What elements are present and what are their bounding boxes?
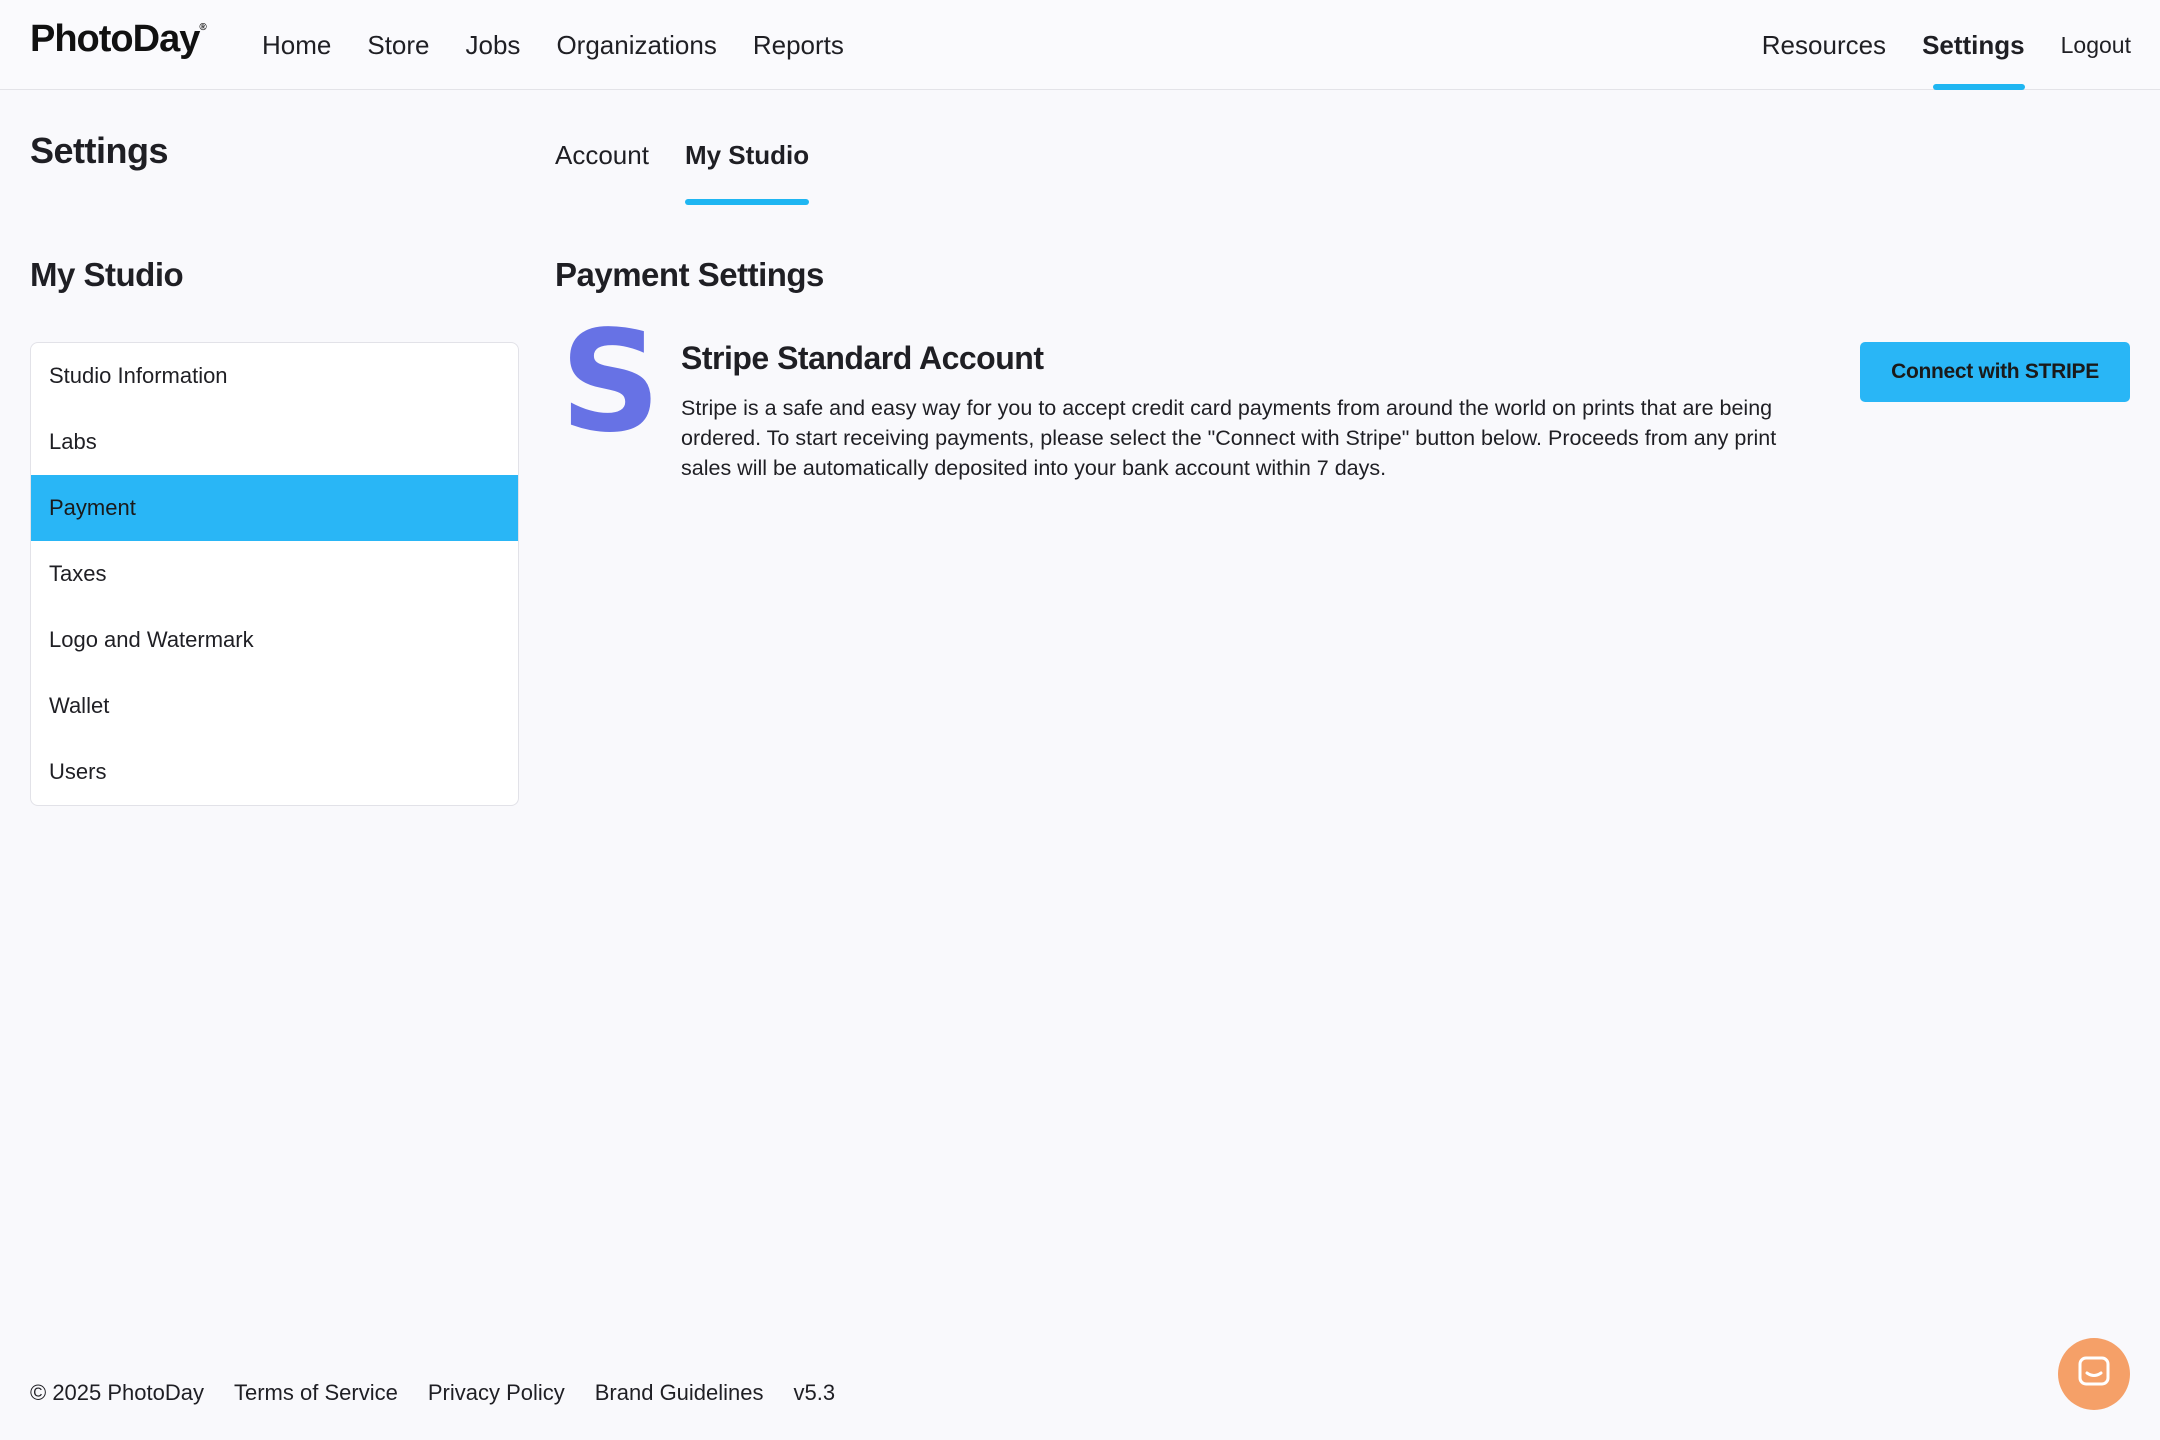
sidebar-item-logo-and-watermark[interactable]: Logo and Watermark [31, 607, 518, 673]
sidebar-item-wallet[interactable]: Wallet [31, 673, 518, 739]
settings-tabs: Account My Studio [555, 140, 845, 205]
page-title: Settings [30, 130, 169, 171]
nav-reports-link[interactable]: Reports [753, 30, 844, 61]
stripe-description: Stripe is a safe and easy way for you to… [681, 396, 1777, 480]
sidebar-item-users[interactable]: Users [31, 739, 518, 805]
chat-launcher-button[interactable] [2058, 1338, 2130, 1410]
nav-resources-link[interactable]: Resources [1762, 30, 1886, 61]
account-nav: Resources Settings Logout [1726, 0, 2131, 90]
nav-home-link[interactable]: Home [262, 30, 331, 61]
chat-icon [2077, 1355, 2111, 1394]
sidebar-item-payment[interactable]: Payment [31, 475, 518, 541]
logout-link[interactable]: Logout [2061, 32, 2131, 59]
footer-terms-link[interactable]: Terms of Service [234, 1380, 398, 1406]
top-navbar: PhotoDay® Home Store Jobs Organizations … [0, 0, 2160, 90]
sidebar-item-studio-information[interactable]: Studio Information [31, 343, 518, 409]
sidebar-item-labs[interactable]: Labs [31, 409, 518, 475]
connect-with-stripe-button[interactable]: Connect with STRIPE [1860, 342, 2130, 402]
sidebar-menu: Studio Information Labs Payment Taxes Lo… [30, 342, 519, 806]
sidebar-item-taxes[interactable]: Taxes [31, 541, 518, 607]
photoday-logo[interactable]: PhotoDay® [30, 18, 207, 61]
sidebar-title: My Studio [30, 256, 184, 293]
nav-jobs-link[interactable]: Jobs [466, 30, 521, 61]
nav-active-indicator [1933, 84, 2025, 90]
footer-version: v5.3 [793, 1380, 836, 1405]
nav-store-link[interactable]: Store [367, 30, 429, 61]
stripe-account-title: Stripe Standard Account [681, 340, 1044, 376]
footer-copyright: © 2025 PhotoDay [30, 1380, 204, 1405]
footer: © 2025 PhotoDay Terms of Service Privacy… [30, 1380, 865, 1406]
footer-brand-guidelines-link[interactable]: Brand Guidelines [595, 1380, 764, 1406]
nav-settings-link[interactable]: Settings [1922, 30, 2025, 61]
payment-settings-title: Payment Settings [555, 256, 824, 293]
footer-privacy-link[interactable]: Privacy Policy [428, 1380, 565, 1406]
main-nav: Home Store Jobs Organizations Reports [262, 0, 880, 90]
nav-organizations-link[interactable]: Organizations [556, 30, 716, 61]
stripe-logo-icon: S [560, 301, 661, 464]
tab-my-studio[interactable]: My Studio [684, 140, 810, 205]
tab-account[interactable]: Account [555, 140, 649, 205]
